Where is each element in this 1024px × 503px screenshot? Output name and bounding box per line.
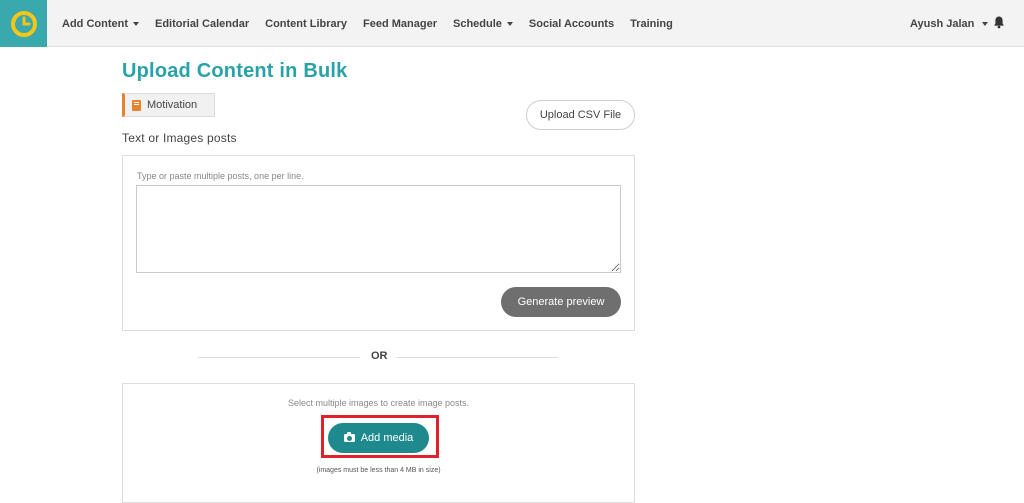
nav-label: Editorial Calendar: [154, 17, 250, 30]
upload-csv-button[interactable]: Upload CSV File: [526, 100, 635, 130]
images-hint: Select multiple images to create image p…: [287, 398, 470, 408]
bell-icon[interactable]: [993, 16, 1005, 29]
nav-label: Schedule: [453, 17, 502, 30]
camera-icon: [343, 432, 355, 442]
generate-preview-button[interactable]: Generate preview: [501, 287, 621, 317]
caret-down-icon: [506, 21, 513, 26]
nav-label: Training: [630, 17, 673, 30]
upload-csv-label: Upload CSV File: [539, 109, 622, 121]
user-menu[interactable]: Ayush Jalan: [910, 0, 989, 47]
text-posts-panel: Type or paste multiple posts, one per li…: [122, 155, 635, 331]
nav-label: Add Content: [62, 17, 128, 30]
clock-logo-icon: [10, 10, 37, 37]
nav-label: Content Library: [265, 17, 348, 30]
book-icon: [132, 99, 141, 111]
nav-label: Feed Manager: [363, 17, 437, 30]
image-size-note: (images must be less than 4 MB in size): [316, 467, 441, 474]
nav-schedule[interactable]: Schedule: [453, 18, 513, 30]
add-media-label: Add media: [360, 432, 414, 444]
nav-training[interactable]: Training: [630, 18, 673, 30]
nav-label: Social Accounts: [528, 17, 615, 30]
main-nav: Add Content Editorial Calendar Content L…: [62, 0, 689, 47]
add-media-button[interactable]: Add media: [328, 423, 429, 453]
image-posts-panel: Select multiple images to create image p…: [122, 383, 635, 503]
caret-down-icon: [132, 21, 139, 26]
posts-hint: Type or paste multiple posts, one per li…: [137, 171, 304, 181]
user-name: Ayush Jalan: [910, 17, 975, 30]
category-tag[interactable]: Motivation: [122, 93, 215, 117]
category-tag-label: Motivation: [147, 99, 198, 111]
generate-preview-label: Generate preview: [517, 296, 605, 308]
top-navbar: Add Content Editorial Calendar Content L…: [0, 0, 1024, 47]
posts-textarea[interactable]: [136, 185, 621, 273]
divider-left: [198, 357, 360, 358]
app-logo[interactable]: [0, 0, 47, 47]
divider-right: [396, 357, 558, 358]
section-label: Text or Images posts: [122, 131, 237, 145]
caret-down-icon: [982, 21, 989, 26]
nav-social-accounts[interactable]: Social Accounts: [529, 18, 614, 30]
nav-add-content[interactable]: Add Content: [62, 18, 139, 30]
nav-editorial-calendar[interactable]: Editorial Calendar: [155, 18, 249, 30]
page-title: Upload Content in Bulk: [122, 60, 348, 82]
or-divider-label: OR: [371, 350, 388, 362]
nav-content-library[interactable]: Content Library: [265, 18, 347, 30]
nav-feed-manager[interactable]: Feed Manager: [363, 18, 437, 30]
